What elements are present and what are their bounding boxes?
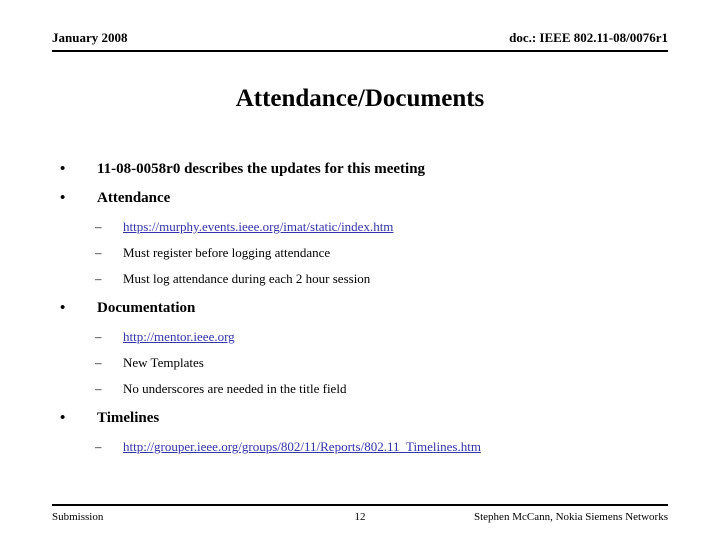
sub-bullet-label: Must log attendance during each 2 hour s… bbox=[123, 271, 371, 286]
bullet-marker-icon: • bbox=[60, 190, 66, 206]
sub-bullet-label: New Templates bbox=[123, 355, 204, 370]
sub-bullet-item: – http://grouper.ieee.org/groups/802/11/… bbox=[52, 438, 668, 455]
dash-marker-icon: – bbox=[95, 245, 102, 260]
footer-author: Stephen McCann, Nokia Siemens Networks bbox=[474, 511, 668, 523]
slide-footer: Submission 12 Stephen McCann, Nokia Siem… bbox=[52, 504, 668, 524]
sub-bullet-list: – https://murphy.events.ieee.org/imat/st… bbox=[52, 218, 668, 287]
attendance-imat-link[interactable]: https://murphy.events.ieee.org/imat/stat… bbox=[123, 219, 393, 234]
bullet-label: Documentation bbox=[97, 300, 196, 316]
header-doc-number: doc.: IEEE 802.11-08/0076r1 bbox=[509, 30, 668, 45]
sub-bullet-list: – http://mentor.ieee.org – New Templates… bbox=[52, 328, 668, 397]
sub-bullet-item: – New Templates bbox=[52, 354, 668, 371]
dash-marker-icon: – bbox=[95, 355, 102, 370]
sub-bullet-label: Must register before logging attendance bbox=[123, 245, 331, 260]
bullet-item: • Documentation bbox=[52, 299, 668, 318]
bullet-item: • Attendance bbox=[52, 189, 668, 208]
timelines-link[interactable]: http://grouper.ieee.org/groups/802/11/Re… bbox=[123, 439, 481, 454]
bullet-item: • Timelines bbox=[52, 409, 668, 428]
sub-bullet-item: – Must log attendance during each 2 hour… bbox=[52, 270, 668, 287]
sub-bullet-item: – http://mentor.ieee.org bbox=[52, 328, 668, 345]
sub-bullet-list: – http://grouper.ieee.org/groups/802/11/… bbox=[52, 438, 668, 455]
bullet-list: • 11-08-0058r0 describes the updates for… bbox=[52, 160, 668, 467]
dash-marker-icon: – bbox=[95, 329, 102, 344]
bullet-marker-icon: • bbox=[60, 161, 66, 177]
sub-bullet-label: No underscores are needed in the title f… bbox=[123, 381, 347, 396]
dash-marker-icon: – bbox=[95, 381, 102, 396]
page-title: Attendance/Documents bbox=[235, 85, 485, 112]
sub-bullet-item: – https://murphy.events.ieee.org/imat/st… bbox=[52, 218, 668, 235]
dash-marker-icon: – bbox=[95, 219, 102, 234]
footer-row: Submission 12 Stephen McCann, Nokia Siem… bbox=[52, 510, 668, 524]
header-date: January 2008 bbox=[52, 30, 128, 45]
sub-bullet-item: – No underscores are needed in the title… bbox=[52, 380, 668, 397]
bullet-label: Attendance bbox=[97, 190, 171, 206]
slide: January 2008 doc.: IEEE 802.11-08/0076r1… bbox=[0, 0, 720, 540]
slide-header: January 2008 doc.: IEEE 802.11-08/0076r1 bbox=[52, 30, 668, 52]
bullet-label: 11-08-0058r0 describes the updates for t… bbox=[97, 161, 426, 177]
bullet-marker-icon: • bbox=[60, 300, 66, 316]
bullet-item: • 11-08-0058r0 describes the updates for… bbox=[52, 160, 668, 179]
dash-marker-icon: – bbox=[95, 271, 102, 286]
mentor-link[interactable]: http://mentor.ieee.org bbox=[123, 329, 235, 344]
bullet-label: Timelines bbox=[97, 410, 160, 426]
bullet-marker-icon: • bbox=[60, 410, 66, 426]
dash-marker-icon: – bbox=[95, 439, 102, 454]
sub-bullet-item: – Must register before logging attendanc… bbox=[52, 244, 668, 261]
